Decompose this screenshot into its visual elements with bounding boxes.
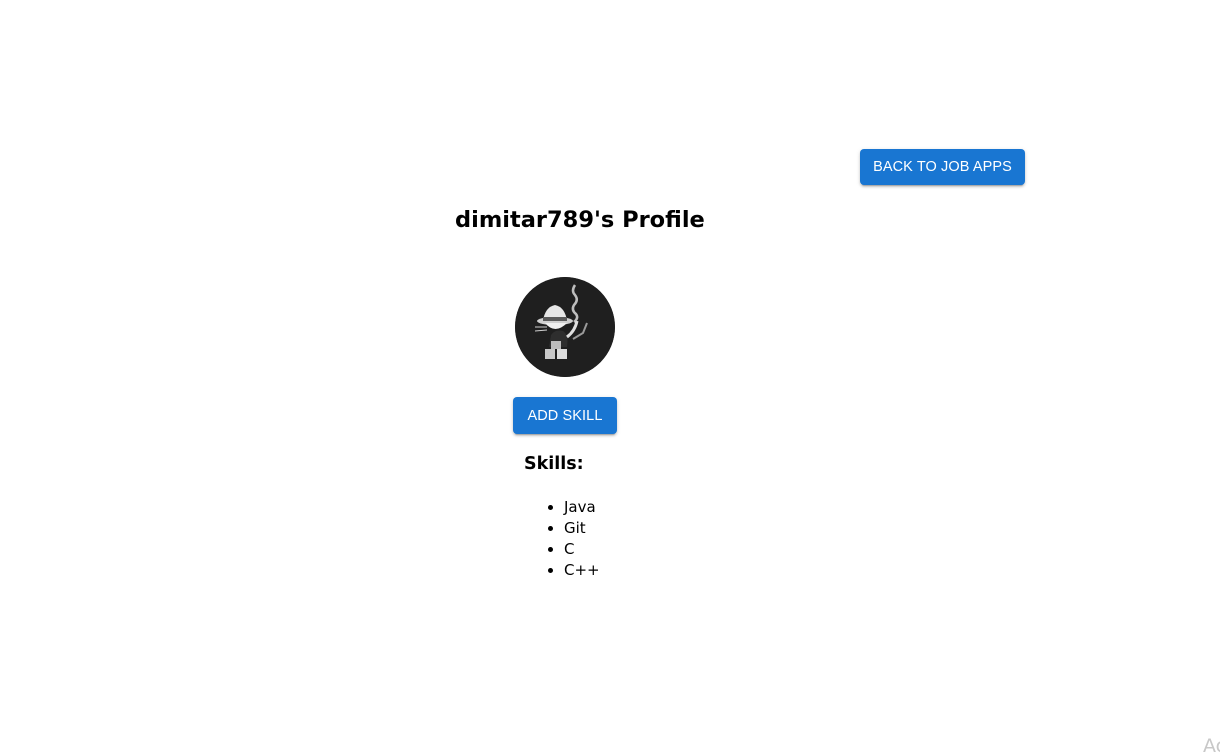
skills-list: Java Git C C++: [524, 497, 600, 581]
profile-page: BACK TO JOB APPS dimitar789's Profile AD…: [0, 0, 1220, 754]
skills-heading: Skills:: [524, 454, 584, 474]
back-to-job-apps-button[interactable]: BACK TO JOB APPS: [860, 149, 1025, 185]
skill-item: Git: [564, 518, 600, 539]
ninja-cat-avatar-icon: [515, 277, 615, 377]
activate-windows-watermark: Ac: [1203, 735, 1220, 754]
skill-item: C: [564, 539, 600, 560]
skill-item: Java: [564, 497, 600, 518]
skill-item: C++: [564, 560, 600, 581]
avatar: [515, 277, 615, 377]
page-title: dimitar789's Profile: [455, 207, 705, 233]
add-skill-button[interactable]: ADD SKILL: [513, 397, 617, 434]
